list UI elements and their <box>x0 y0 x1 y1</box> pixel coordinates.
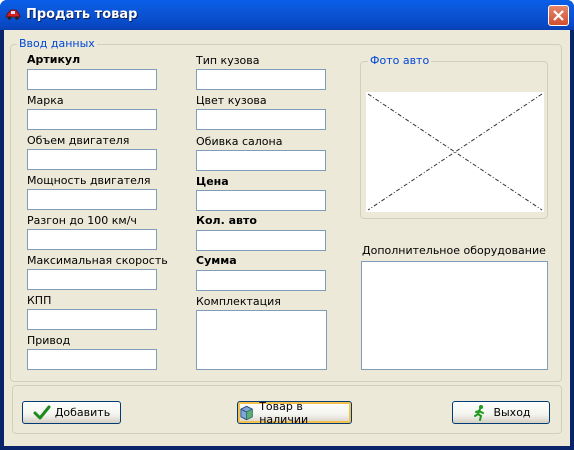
price-label: Цена <box>196 175 229 188</box>
input-group-caption: Ввод данных <box>17 37 97 50</box>
body-type-field[interactable] <box>196 69 326 90</box>
checkmark-icon <box>33 405 51 419</box>
window-client-area: Ввод данных Артикул Марка Объем двигател… <box>4 30 570 446</box>
acceleration-field[interactable] <box>27 229 157 250</box>
exit-button-label: Выход <box>493 406 531 419</box>
running-man-icon <box>474 404 485 421</box>
title-bar[interactable]: Продать товар <box>0 0 574 30</box>
window-title: Продать товар <box>26 7 138 22</box>
brand-label: Марка <box>27 94 64 107</box>
gearbox-label: КПП <box>27 294 52 307</box>
sum-field[interactable] <box>196 270 326 291</box>
sum-label: Сумма <box>196 254 237 267</box>
photo-group-caption: Фото авто <box>368 54 432 67</box>
complectation-label: Комплектация <box>196 295 281 308</box>
body-type-label: Тип кузова <box>196 54 260 67</box>
upholstery-label: Обивка салона <box>196 135 283 148</box>
car-photo <box>366 92 544 212</box>
engine-power-label: Мощность двигателя <box>27 174 151 187</box>
car-icon <box>5 9 21 20</box>
add-button[interactable]: Добавить <box>22 401 121 424</box>
brand-field[interactable] <box>27 109 157 130</box>
gearbox-field[interactable] <box>27 309 157 330</box>
box-icon <box>240 405 253 420</box>
add-button-label: Добавить <box>54 406 111 419</box>
acceleration-label: Разгон до 100 км/ч <box>27 214 137 227</box>
drive-label: Привод <box>27 334 71 347</box>
engine-volume-field[interactable] <box>27 149 157 170</box>
upholstery-field[interactable] <box>196 150 326 171</box>
complectation-memo[interactable] <box>196 310 327 370</box>
article-field[interactable] <box>27 69 157 90</box>
image-placeholder-icon <box>367 93 543 211</box>
extra-equipment-label: Дополнительное оборудование <box>362 244 546 257</box>
in-stock-button[interactable]: Товар в наличии <box>237 399 352 426</box>
engine-volume-label: Объем двигателя <box>27 134 130 147</box>
body-color-field[interactable] <box>196 109 326 130</box>
car-count-label: Кол. авто <box>196 214 257 227</box>
extra-equipment-memo[interactable] <box>361 261 548 370</box>
max-speed-field[interactable] <box>27 269 157 290</box>
car-count-field[interactable] <box>196 230 326 251</box>
close-button[interactable] <box>548 5 569 26</box>
max-speed-label: Максимальная скорость <box>27 254 168 267</box>
article-label: Артикул <box>27 53 81 66</box>
drive-field[interactable] <box>27 349 157 370</box>
price-field[interactable] <box>196 190 326 211</box>
window: Продать товар Ввод данных Артикул Марка … <box>0 0 574 450</box>
close-icon <box>553 10 564 21</box>
exit-button[interactable]: Выход <box>452 401 550 424</box>
in-stock-button-label: Товар в наличии <box>259 399 309 426</box>
body-color-label: Цвет кузова <box>196 94 267 107</box>
engine-power-field[interactable] <box>27 189 157 210</box>
